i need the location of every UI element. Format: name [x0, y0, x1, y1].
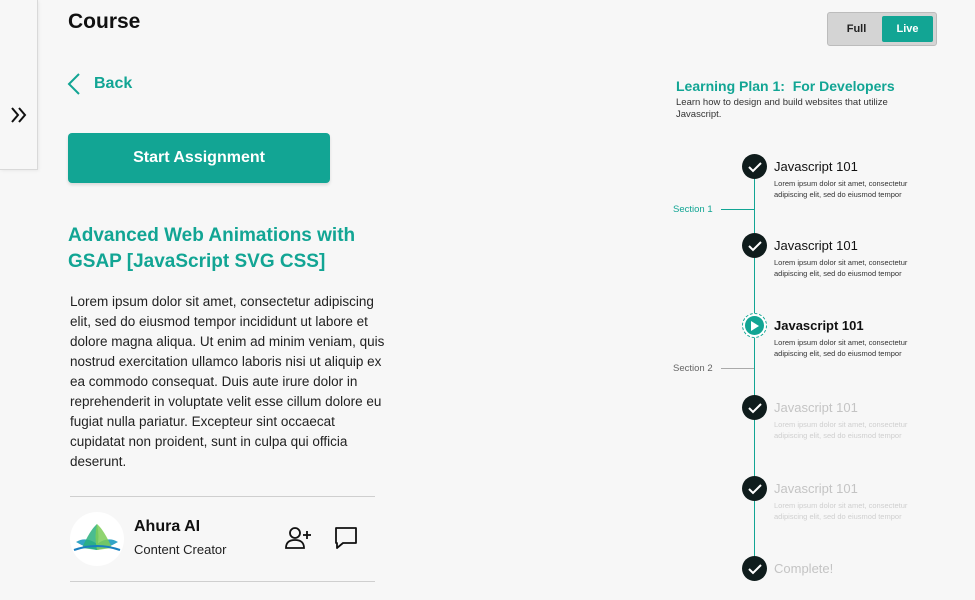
ahura-logo [73, 524, 121, 551]
sidebar-tab [0, 0, 38, 170]
step-title: Complete! [774, 561, 834, 576]
author-role: Content Creator [134, 542, 227, 557]
back-link[interactable]: Back [66, 72, 132, 96]
add-user-icon[interactable] [284, 525, 312, 551]
step-description: Lorem ipsum dolor sit amet, consectetur … [774, 338, 908, 358]
back-label: Back [94, 75, 133, 92]
view-toggle: Full Live [827, 12, 937, 46]
plan-title: Learning Plan 1: For Developers [676, 78, 895, 94]
course-title: Advanced Web Animations with GSAP [JavaS… [68, 225, 356, 272]
course-description: Lorem ipsum dolor sit amet, consectetur … [70, 294, 385, 469]
avatar [70, 512, 124, 566]
play-icon [742, 313, 767, 338]
section-label-2: Section 2 [673, 363, 713, 374]
section-connector-1 [721, 209, 754, 210]
step-title: Javascript 101 [774, 238, 858, 253]
toggle-full[interactable]: Full [831, 16, 882, 42]
check-icon [742, 556, 767, 581]
double-chevron-right-icon[interactable] [8, 104, 30, 126]
chevron-left-icon [67, 73, 80, 95]
step-description: Lorem ipsum dolor sit amet, consectetur … [774, 420, 908, 440]
toggle-live[interactable]: Live [882, 16, 933, 42]
check-icon [742, 476, 767, 501]
plan-description: Learn how to design and build websites t… [676, 97, 888, 120]
check-icon [742, 154, 767, 179]
step-description: Lorem ipsum dolor sit amet, consectetur … [774, 501, 908, 521]
step-title: Javascript 101 [774, 400, 858, 415]
divider [70, 581, 375, 582]
check-icon [742, 395, 767, 420]
step-title: Javascript 101 [774, 159, 858, 174]
page-title: Course [68, 10, 141, 33]
chat-icon[interactable] [333, 525, 359, 551]
start-assignment-button[interactable]: Start Assignment [68, 133, 330, 183]
timeline-line [754, 166, 755, 568]
section-label-1: Section 1 [673, 204, 713, 215]
section-connector-2 [721, 368, 754, 369]
author-name: Ahura AI [134, 518, 201, 535]
divider [70, 496, 375, 497]
author-card: Ahura AI Content Creator [70, 512, 370, 568]
step-description: Lorem ipsum dolor sit amet, consectetur … [774, 258, 908, 278]
check-icon [742, 233, 767, 258]
step-description: Lorem ipsum dolor sit amet, consectetur … [774, 179, 908, 199]
step-title: Javascript 101 [774, 318, 864, 333]
step-title: Javascript 101 [774, 481, 858, 496]
